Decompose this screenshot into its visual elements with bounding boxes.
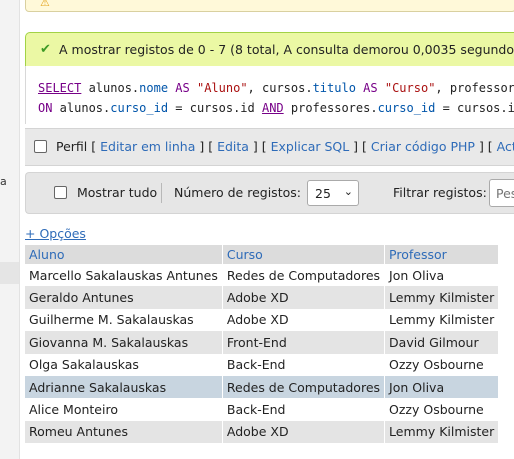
cell-aluno: Romeu Antunes [25,420,223,444]
table-row[interactable]: Giovanna M. Sakalauskas Front-End David Gi… [25,331,500,354]
column-header-professor[interactable]: Professor [384,245,500,264]
cell-curso: Back-End [222,398,386,421]
column-header-aluno[interactable]: Aluno [25,245,223,264]
create-php-code-link[interactable]: Criar código PHP [371,139,475,154]
cell-aluno: Giovanna M. Sakalauskas [25,331,223,354]
sql-line-2: ON alunos.curso_id = cursos.id AND profe… [38,101,514,115]
sql-token: = cursos.i [435,101,514,115]
sql-token: , cursos. [247,81,313,95]
warning-icon: ⚠ [40,0,50,9]
show-all-checkbox[interactable] [54,186,67,199]
filter-field[interactable] [489,179,514,207]
cell-curso: Redes de Computadores [222,375,386,399]
sql-token: = cursos.id [168,101,262,115]
profile-label: Perfil [56,139,88,154]
sql-token: curso_id [377,101,436,115]
cell-aluno: Alice Monteiro [25,398,223,421]
success-message: ✔ A mostrar registos de 0 - 7 (8 total, … [25,32,514,68]
cell-professor: Ozzy Osbourne [384,353,500,376]
table-row[interactable]: Geraldo Antunes Adobe XD Lemmy Kilmister [25,286,500,309]
edit-inline-link[interactable]: Editar em linha [100,139,195,154]
sql-token: , professor [435,81,514,95]
sql-token: AS [168,81,197,95]
cell-aluno: Olga Sakalauskas [25,353,223,376]
sql-token: AS [355,81,385,95]
sql-token: "Curso" [384,81,436,95]
cell-curso: Adobe XD [222,420,386,444]
sql-line-1: SELECT alunos.nome AS "Aluno", cursos.ti… [38,81,514,95]
cell-curso: Back-End [222,353,386,376]
show-all-label[interactable]: Mostrar tudo [77,185,157,200]
cell-curso: Adobe XD [222,308,386,332]
sql-token: ON [38,101,53,115]
results-table: Aluno Curso Professor Marcello Sakalausk… [25,245,500,444]
options-link[interactable]: + Opções [25,226,86,241]
num-records-label: Número de registos: [174,185,301,200]
cell-professor: Lemmy Kilmister [384,308,500,332]
sql-token: alunos. [81,81,140,95]
table-row[interactable]: Marcello Sakalauskas Antunes Redes de Com… [25,264,500,287]
cell-curso: Adobe XD [222,286,386,309]
cell-professor: Lemmy Kilmister [384,286,500,309]
sql-toolbar: Perfil [ Editar em linha ] [ Edita ] [ E… [25,128,514,166]
sql-token: AND [261,101,284,115]
cell-professor: Ozzy Osbourne [384,398,500,421]
sql-token: SELECT [38,81,82,95]
explain-sql-link[interactable]: Explicar SQL [271,139,350,154]
num-records-select[interactable]: 25 ⌄ [307,180,359,206]
table-row[interactable]: Romeu Antunes Adobe XD Lemmy Kilmister [25,420,500,444]
sql-token: nome [139,81,169,95]
cell-aluno: Geraldo Antunes [25,286,223,309]
table-body: Marcello Sakalauskas Antunes Redes de Com… [25,264,500,444]
table-row[interactable]: Alice Monteiro Back-End Ozzy Osbourne [25,398,500,421]
chevron-down-icon: ⌄ [343,185,353,198]
success-text: A mostrar registos de 0 - 7 (8 total, A … [59,42,514,57]
cell-professor: David Gilmour [384,331,500,354]
cell-aluno: Marcello Sakalauskas Antunes [25,264,223,287]
navigation-bar: Mostrar tudo Número de registos: 25 ⌄ Fi… [25,172,514,214]
cell-professor: Jon Oliva [384,375,500,399]
check-icon: ✔ [40,42,51,57]
sidebar-highlight[interactable] [0,262,19,284]
cell-aluno: Adrianne Sakalauskas [25,375,223,399]
divider [161,183,162,203]
sql-token: "Aluno" [196,81,248,95]
cell-professor: Jon Oliva [384,264,500,287]
filter-input[interactable] [494,185,514,202]
navigation-sidebar: a [0,0,20,459]
profile-checkbox[interactable] [34,140,47,153]
table-row[interactable]: Adrianne Sakalauskas Redes de Computadore… [25,375,500,399]
table-row[interactable]: Guilherme M. Sakalauskas Adobe XD Lemmy Ki… [25,308,500,332]
table-row[interactable]: Olga Sakalauskas Back-End Ozzy Osbourne [25,353,500,376]
sql-token: curso_id [110,101,169,115]
table-header-row: Aluno Curso Professor [25,245,500,264]
refresh-link[interactable]: Actualiza [497,139,514,154]
num-records-value: 25 [315,186,331,201]
sidebar-fragment-text: a [0,175,7,188]
warning-message: ⚠ [25,0,514,12]
sql-toolbar-links: Perfil [ Editar em linha ] [ Edita ] [ E… [56,139,514,154]
column-header-curso[interactable]: Curso [222,245,386,264]
cell-curso: Redes de Computadores [222,264,386,287]
sql-token: titulo [312,81,356,95]
cell-aluno: Guilherme M. Sakalauskas [25,308,223,332]
sql-token: alunos. [52,101,111,115]
edit-link[interactable]: Edita [217,139,249,154]
cell-professor: Lemmy Kilmister [384,420,500,444]
sql-token: professores. [283,101,378,115]
sql-query-box[interactable]: SELECT alunos.nome AS "Aluno", cursos.ti… [25,66,514,124]
filter-label: Filtrar registos: [393,185,487,200]
cell-curso: Front-End [222,331,386,354]
